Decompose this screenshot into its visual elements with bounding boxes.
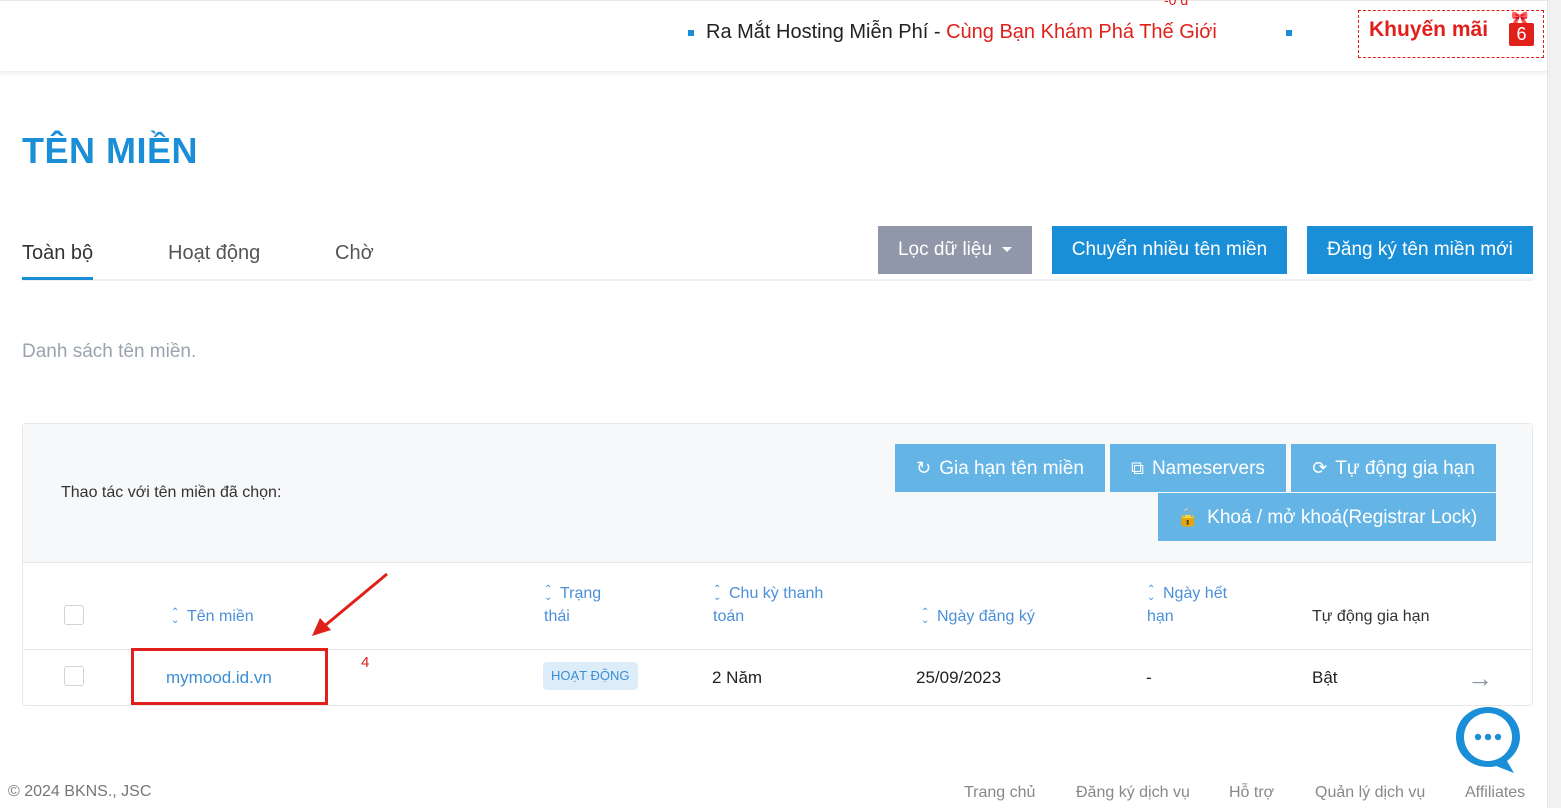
chat-support-button[interactable] (1452, 703, 1524, 775)
promotions-button[interactable]: Khuyến mãi 🎀 6 (1358, 10, 1544, 58)
cart-total-cutoff: -0 đ (1164, 0, 1189, 8)
row-checkbox[interactable] (64, 666, 84, 686)
column-status-label-2: thái (544, 608, 570, 625)
column-auto-renew: Tự động gia hạn (1312, 608, 1430, 625)
footer-copyright: © 2024 BKNS., JSC (8, 783, 152, 800)
bullet-icon (1286, 30, 1292, 36)
column-reg-date-label: Ngày đăng ký (937, 608, 1035, 625)
auto-renew-value: Bật (1312, 668, 1338, 687)
footer-link-home[interactable]: Trang chủ (964, 784, 1035, 802)
sort-icon: ⌃ ⌄ (921, 606, 930, 626)
column-domain[interactable]: ⌃ ⌄ Tên miền (171, 605, 254, 628)
status-badge: HOẠT ĐỘNG (543, 662, 638, 690)
table-header: ⌃ ⌄ Tên miền ⌃ ⌄ Trạng thái ⌃ ⌄ Chu kỳ thanh toá… (23, 563, 1532, 650)
select-all-checkbox[interactable] (64, 605, 84, 625)
column-status[interactable]: ⌃ ⌄ Trạng thái (544, 582, 601, 628)
billing-cycle-value: 2 Năm (712, 668, 763, 687)
filter-label: Lọc dữ liệu (897, 239, 993, 260)
auto-renew-label: Tự động gia hạn (1335, 458, 1475, 479)
refresh-icon: ↻ (916, 458, 932, 478)
registration-date-value: 25/09/2023 (916, 668, 1002, 687)
footer-link-manage-services[interactable]: Quản lý dịch vụ (1315, 784, 1425, 802)
marquee-text: Ra Mắt Hosting Miễn Phí - (706, 21, 947, 43)
transfer-domains-button[interactable]: Chuyển nhiều tên miền (1052, 226, 1287, 274)
column-billing-cycle[interactable]: ⌃ ⌄ Chu kỳ thanh toán (713, 582, 823, 628)
renew-label: Gia hạn tên miền (939, 458, 1084, 479)
column-expiry-date[interactable]: ⌃ ⌄ Ngày hết hạn (1147, 582, 1227, 628)
bulk-actions-label: Thao tác với tên miền đã chọn: (61, 484, 282, 501)
lock-icon: 🔒 (1176, 507, 1200, 527)
caret-down-icon (1002, 247, 1013, 253)
column-cycle-label: Chu kỳ thanh (729, 585, 824, 602)
column-expiry-label: Ngày hết (1163, 585, 1228, 602)
bulk-actions-toolbar: Thao tác với tên miền đã chọn: ↻ Gia hạn … (23, 424, 1532, 563)
nameservers-button[interactable]: ⧉ Nameservers (1110, 444, 1286, 492)
sort-icon: ⌃ ⌄ (544, 583, 553, 603)
registrar-lock-label: Khoá / mở khoá(Registrar Lock) (1207, 507, 1478, 528)
expiry-date-value: - (1146, 668, 1152, 687)
registrar-lock-button[interactable]: 🔒 Khoá / mở khoá(Registrar Lock) (1158, 493, 1496, 541)
bullet-icon (688, 29, 694, 36)
nameservers-label: Nameservers (1151, 458, 1265, 479)
announcement-marquee[interactable]: Ra Mắt Hosting Miễn Phí - Cùng Bạn Khám … (688, 21, 1217, 44)
register-domain-button[interactable]: Đăng ký tên miền mới (1307, 226, 1533, 274)
sort-icon: ⌃ ⌄ (171, 606, 180, 626)
tab-pending[interactable]: Chờ (335, 242, 374, 265)
page-scrollbar[interactable] (1547, 0, 1561, 808)
column-domain-label: Tên miền (187, 608, 254, 625)
marquee-highlight: Cùng Bạn Khám Phá Thế Giới (946, 21, 1217, 43)
annotation-arrow-icon (312, 572, 388, 636)
active-tab-indicator (22, 277, 93, 280)
tab-active[interactable]: Hoạt động (168, 242, 260, 265)
server-icon: ⧉ (1131, 458, 1144, 478)
tab-all[interactable]: Toàn bộ (22, 242, 93, 265)
column-expiry-label-2: hạn (1147, 608, 1174, 625)
promotions-label: Khuyến mãi (1369, 18, 1489, 41)
column-registration-date[interactable]: ⌃ ⌄ Ngày đăng ký (921, 605, 1035, 628)
page-subtitle: Danh sách tên miền. (22, 341, 197, 362)
gift-icon: 🎀 (1511, 10, 1529, 26)
sort-icon: ⌃ ⌄ (713, 583, 722, 603)
arrow-right-icon[interactable]: → (1467, 663, 1493, 694)
auto-renew-button[interactable]: ⟳ Tự động gia hạn (1291, 444, 1496, 492)
footer-link-affiliates[interactable]: Affiliates (1465, 784, 1525, 802)
page-title: TÊN MIỀN (22, 130, 199, 171)
renew-domain-button[interactable]: ↻ Gia hạn tên miền (895, 444, 1105, 492)
sync-icon: ⟳ (1312, 458, 1328, 478)
sort-icon: ⌃ ⌄ (1147, 583, 1156, 603)
top-bar: -0 đ Ra Mắt Hosting Miễn Phí - Cùng Bạn … (0, 0, 1548, 71)
filter-dropdown-button[interactable]: Lọc dữ liệu (878, 226, 1032, 274)
annotation-step-number: 4 (361, 654, 370, 671)
column-status-label: Trạng (560, 585, 602, 602)
column-cycle-label-2: toán (713, 608, 745, 625)
promotions-count-badge: 6 (1509, 23, 1534, 46)
footer-link-register-service[interactable]: Đăng ký dịch vụ (1076, 784, 1190, 802)
annotation-highlight-box (131, 648, 328, 705)
footer-link-support[interactable]: Hỗ trợ (1229, 784, 1274, 802)
